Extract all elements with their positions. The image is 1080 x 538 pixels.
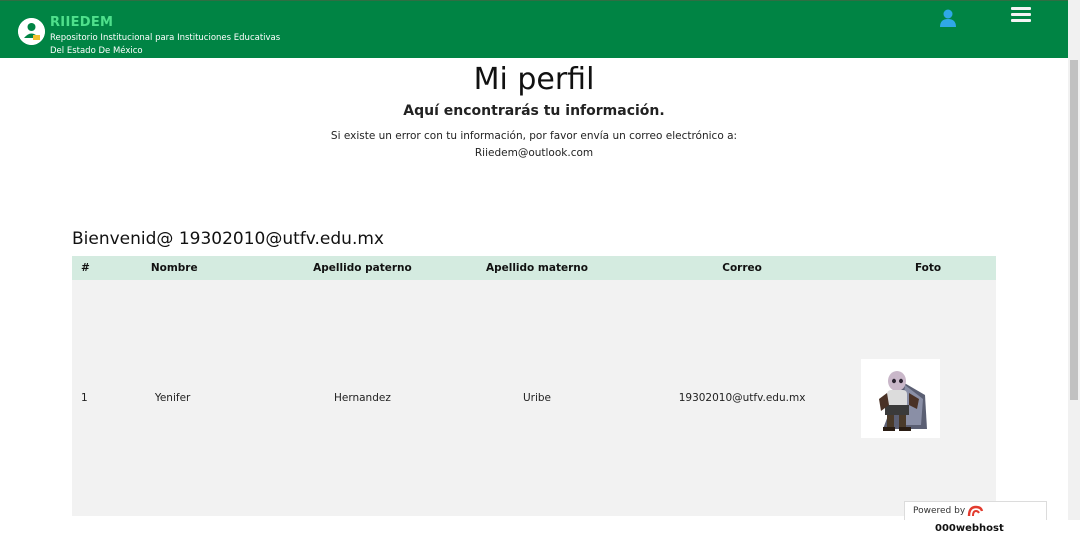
column-header-correo: Correo [722,262,762,274]
contact-note: Si existe un error con tu información, p… [0,128,1068,162]
powered-by-label: Powered by [913,506,966,516]
page-title: Mi perfil [473,62,595,97]
contact-email: Riiedem@outlook.com [474,147,594,159]
column-header-apellido-materno: Apellido materno [485,262,588,274]
webhost-brand: 000webhost [935,523,1004,534]
cell-number: 1 [81,392,88,404]
welcome-heading: Bienvenid@ 19302010@utfv.edu.mx [72,229,384,249]
cell-foto [860,280,996,516]
webhost-logo-icon [967,505,984,517]
hamburger-menu-icon[interactable] [1011,7,1031,23]
brand-logo-icon[interactable] [18,18,45,45]
cell-apellido-paterno: Hernandez [333,392,391,404]
powered-by-badge[interactable]: Powered by 000webhost [904,501,1047,534]
user-icon[interactable] [938,8,958,28]
table-row: 1 Yenifer Hernandez Uribe 19302010@utfv.… [72,280,996,516]
column-header-apellido-paterno: Apellido paterno [313,262,412,274]
brand-subtitle: Repositorio Institucional para Instituci… [50,33,281,56]
contact-note-text: Si existe un error con tu información, p… [330,130,738,142]
scrollbar-thumb[interactable] [1070,60,1078,400]
cell-nombre: Yenifer [154,392,191,404]
cell-correo: 19302010@utfv.edu.mx [678,392,806,404]
table-header-row: # Nombre Apellido paterno Apellido mater… [72,256,996,280]
column-header-number: # [81,262,90,274]
top-navbar: RIIEDEM Repositorio Institucional para I… [0,0,1068,58]
page-subtitle: Aquí encontrarás tu información. [403,103,665,119]
column-header-foto: Foto [914,262,942,274]
profile-photo [860,358,940,438]
brand-title[interactable]: RIIEDEM [50,15,113,30]
column-header-nombre: Nombre [150,262,198,274]
profile-table: # Nombre Apellido paterno Apellido mater… [72,256,996,516]
cell-apellido-materno: Uribe [522,392,551,404]
